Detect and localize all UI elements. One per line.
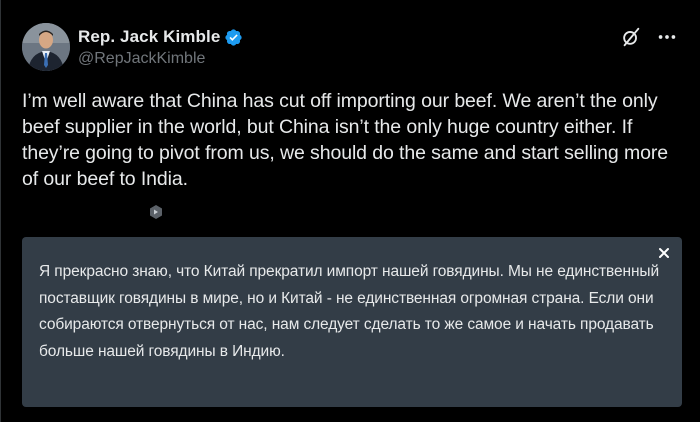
handle[interactable]: @RepJackKimble — [78, 50, 243, 68]
left-divider — [0, 0, 1, 422]
grok-icon[interactable] — [620, 26, 642, 48]
author-block: Rep. Jack Kimble @RepJackKimble — [78, 26, 243, 68]
tweet-header: Rep. Jack Kimble @RepJackKimble — [22, 22, 243, 72]
name-row: Rep. Jack Kimble — [78, 26, 243, 48]
translate-icon[interactable] — [148, 204, 164, 220]
tweet-text: I’m well aware that China has cut off im… — [22, 90, 668, 190]
more-options-icon[interactable] — [656, 26, 678, 48]
top-actions — [620, 26, 678, 48]
avatar[interactable] — [22, 23, 70, 71]
display-name[interactable]: Rep. Jack Kimble — [78, 27, 220, 47]
verified-badge-icon[interactable] — [224, 28, 243, 47]
translation-text: Я прекрасно знаю, что Китай прекратил им… — [39, 263, 660, 360]
translation-card: Я прекрасно знаю, что Китай прекратил им… — [22, 237, 682, 407]
tweet-view: Rep. Jack Kimble @RepJackKimble I’m well… — [0, 0, 700, 422]
